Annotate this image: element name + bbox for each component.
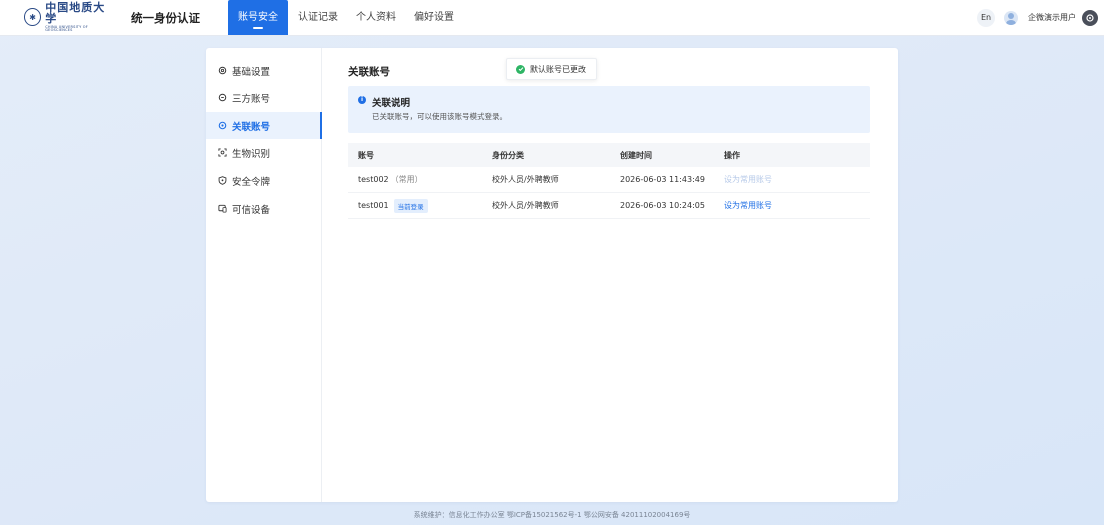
linked-accounts-table: 账号 身份分类 创建时间 操作 test002 （常用） 校外人员/外聘教师 2… — [348, 143, 870, 219]
sidebar-item-label: 基础设置 — [232, 66, 271, 78]
notice-description: 已关联账号，可以使用该账号模式登录。 — [372, 112, 507, 121]
settings-sidebar: 基础设置 三方账号 关联账号 生物识别 安全令牌 可信设备 — [206, 48, 322, 502]
info-notice: i 关联说明 已关联账号，可以使用该账号模式登录。 — [348, 86, 870, 133]
sidebar-item-label: 可信设备 — [232, 204, 271, 216]
device-icon — [218, 204, 227, 213]
current-login-badge: 当前登录 — [393, 198, 428, 213]
sidebar-item-label: 关联账号 — [232, 121, 271, 133]
page-title: 关联账号 — [348, 66, 390, 78]
sidebar-item-basic-settings[interactable]: 基础设置 — [206, 57, 321, 84]
sidebar-item-trusted-devices[interactable]: 可信设备 — [206, 195, 321, 222]
success-toast: 默认账号已更改 — [506, 58, 597, 80]
sidebar-item-label: 三方账号 — [232, 93, 271, 105]
content-card: 基础设置 三方账号 关联账号 生物识别 安全令牌 可信设备 关联账号 默认账号已… — [206, 48, 898, 502]
column-header-account: 账号 — [358, 150, 374, 160]
set-default-account-link[interactable]: 设为常用账号 — [724, 201, 772, 210]
footer-text: 系统维护：信息化工作办公室 鄂ICP备15021562号-1 鄂公网安备 420… — [413, 511, 691, 519]
link-icon — [218, 121, 227, 130]
logo-name-cn: 中国地质大学 — [45, 0, 106, 25]
university-logo[interactable]: ✱ 中国地质大学 CHINA UNIVERSITY OF GEOSCIENCES — [24, 2, 114, 32]
face-scan-icon — [218, 148, 227, 157]
table-header: 账号 身份分类 创建时间 操作 — [348, 143, 870, 167]
sidebar-item-biometrics[interactable]: 生物识别 — [206, 139, 321, 166]
sidebar-item-security-token[interactable]: 安全令牌 — [206, 167, 321, 194]
nav-profile[interactable]: 个人资料 — [348, 0, 404, 35]
link-gear-icon — [218, 93, 227, 102]
account-created-time: 2026-06-03 11:43:49 — [620, 175, 705, 184]
column-header-action: 操作 — [724, 150, 740, 160]
column-header-created: 创建时间 — [620, 150, 652, 160]
account-id: test002 — [358, 175, 389, 184]
top-nav: 账号安全 认证记录 个人资料 偏好设置 — [228, 0, 464, 35]
sidebar-item-third-party[interactable]: 三方账号 — [206, 84, 321, 111]
account-default-label: （常用） — [390, 175, 423, 184]
gear-icon — [218, 66, 227, 75]
table-row: test002 （常用） 校外人员/外聘教师 2026-06-03 11:43:… — [348, 167, 870, 193]
sidebar-item-linked-accounts[interactable]: 关联账号 — [206, 112, 322, 139]
language-switch-button[interactable]: En — [977, 9, 995, 27]
user-menu[interactable]: 企微演示用户 — [1004, 7, 1098, 28]
system-title: 统一身份认证 — [131, 11, 200, 25]
nav-auth-records[interactable]: 认证记录 — [290, 0, 346, 35]
toast-message: 默认账号已更改 — [530, 64, 586, 74]
settings-gear-icon[interactable] — [1082, 9, 1098, 26]
logo-name-en: CHINA UNIVERSITY OF GEOSCIENCES — [45, 24, 88, 32]
nav-preferences[interactable]: 偏好设置 — [406, 0, 462, 35]
notice-title: 关联说明 — [372, 98, 411, 109]
check-circle-icon — [516, 64, 525, 74]
column-header-category: 身份分类 — [492, 150, 524, 160]
account-created-time: 2026-06-03 10:24:05 — [620, 201, 705, 210]
info-icon: i — [358, 96, 366, 104]
sidebar-item-label: 生物识别 — [232, 148, 271, 160]
table-row: test001 当前登录 校外人员/外聘教师 2026-06-03 10:24:… — [348, 193, 870, 219]
account-category: 校外人员/外聘教师 — [492, 175, 559, 184]
user-name: 企微演示用户 — [1028, 13, 1076, 22]
top-header: ✱ 中国地质大学 CHINA UNIVERSITY OF GEOSCIENCES… — [0, 0, 1104, 36]
account-id: test001 — [358, 201, 389, 210]
university-seal-icon: ✱ — [24, 8, 42, 26]
avatar — [1004, 10, 1018, 25]
account-category: 校外人员/外聘教师 — [492, 201, 559, 210]
shield-icon — [218, 176, 227, 185]
set-default-account-link[interactable]: 设为常用账号 — [724, 175, 772, 184]
nav-account-security[interactable]: 账号安全 — [228, 0, 288, 35]
sidebar-item-label: 安全令牌 — [232, 176, 271, 188]
